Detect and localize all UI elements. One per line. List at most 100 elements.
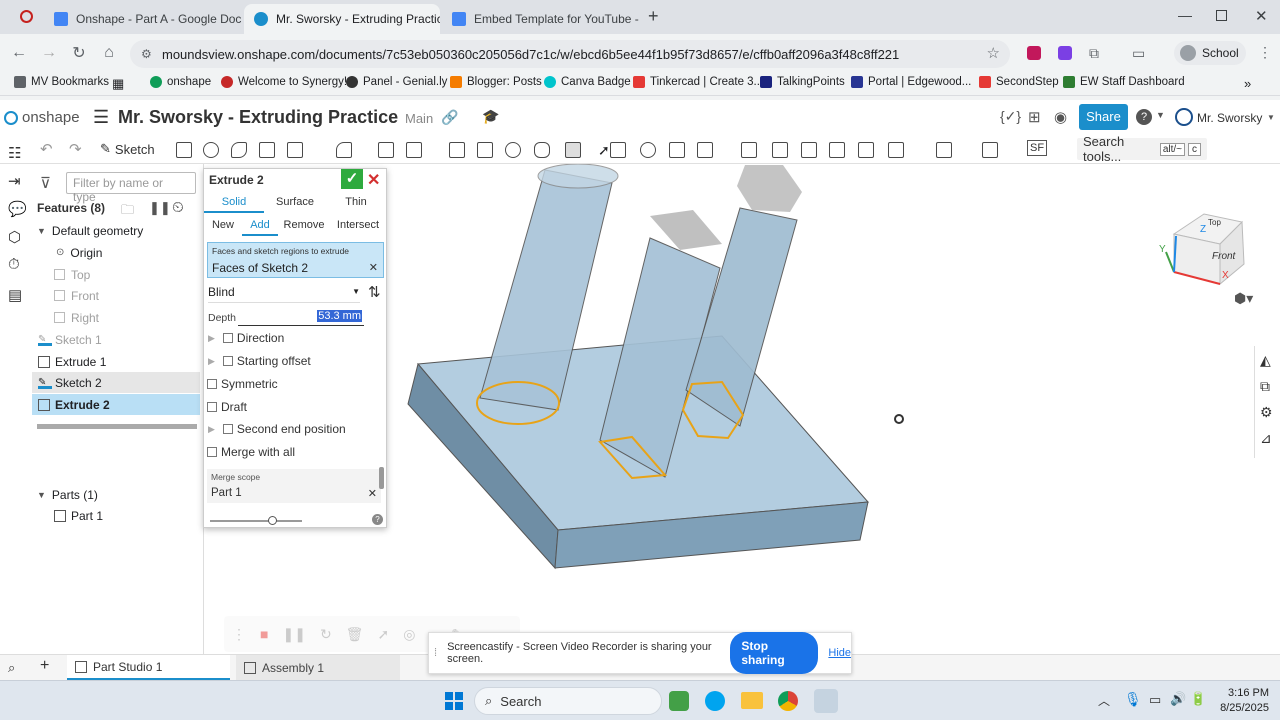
- drag-handle-icon[interactable]: ⁞: [434, 647, 437, 659]
- history-icon[interactable]: ⏱: [8, 256, 20, 273]
- user-name[interactable]: Mr. Sworsky: [1197, 111, 1262, 125]
- taskbar-search[interactable]: ⌕ Search: [474, 687, 662, 715]
- extension-icon-1[interactable]: [1027, 46, 1041, 60]
- shell-icon[interactable]: [477, 142, 493, 158]
- add-tab-icon[interactable]: +: [40, 657, 49, 675]
- measure-icon[interactable]: ⊿: [1260, 430, 1272, 447]
- stop-sharing-button[interactable]: Stop sharing: [730, 632, 819, 674]
- chevron-down-icon[interactable]: ▼: [37, 226, 46, 236]
- tab-thin[interactable]: Thin: [326, 193, 386, 213]
- learning-cap-icon[interactable]: 🎓: [482, 108, 499, 125]
- bookmark-tinkercad[interactable]: Tinkercad | Create 3...: [633, 76, 763, 88]
- parts-header[interactable]: ▼ Parts (1): [32, 484, 200, 505]
- user-avatar-icon[interactable]: [1175, 108, 1193, 126]
- app-icon-1[interactable]: [669, 691, 689, 711]
- search-tools-input[interactable]: Search tools... alt/~ c: [1077, 134, 1207, 164]
- sheet-metal-icon[interactable]: [982, 142, 998, 158]
- bookmark-ew-staff[interactable]: EW Staff Dashboard: [1063, 76, 1185, 88]
- sketch-button[interactable]: ✎ Sketch: [100, 141, 155, 157]
- bookmark-genially[interactable]: Panel - Genial.ly: [346, 76, 447, 88]
- slider-handle[interactable]: [268, 516, 277, 525]
- merge-all-checkbox[interactable]: [207, 447, 217, 457]
- tab-manager-icon[interactable]: ⌕: [8, 660, 15, 676]
- rollback-bar[interactable]: [37, 424, 197, 429]
- file-explorer-icon[interactable]: [741, 692, 763, 709]
- appearance-icon[interactable]: ◭: [1260, 352, 1271, 369]
- direction-option[interactable]: ▶ Direction: [208, 331, 284, 345]
- transform-icon[interactable]: [697, 142, 713, 158]
- merge-all-option[interactable]: Merge with all: [207, 445, 295, 459]
- bookmark-secondstep[interactable]: SecondStep: [979, 76, 1059, 88]
- chevron-down-icon[interactable]: ▼: [37, 490, 46, 500]
- chrome-profile-icon[interactable]: [814, 689, 838, 713]
- bom-icon[interactable]: ▤: [8, 286, 22, 304]
- close-window-button[interactable]: ✕: [1255, 7, 1268, 25]
- op-new[interactable]: New: [204, 216, 242, 236]
- branch-label[interactable]: Main: [405, 111, 433, 126]
- delete-face-icon[interactable]: [801, 142, 817, 158]
- star-icon[interactable]: ☆: [987, 44, 1000, 62]
- revolve-icon[interactable]: [203, 142, 219, 158]
- mass-properties-icon[interactable]: ⧉: [1260, 378, 1270, 395]
- bookmark-onshape[interactable]: onshape: [150, 76, 211, 88]
- mirror-icon[interactable]: [610, 142, 626, 158]
- filter-input[interactable]: Filter by name or type: [66, 172, 196, 204]
- cancel-button[interactable]: ✕: [367, 170, 380, 190]
- view-cube[interactable]: Top Front X Y Z: [1154, 194, 1274, 304]
- browser-menu-icon[interactable]: ⋮: [1258, 44, 1272, 61]
- op-intersect[interactable]: Intersect: [330, 216, 386, 236]
- apps-grid-icon[interactable]: ▦: [112, 76, 124, 92]
- faces-selection-box[interactable]: Faces and sketch regions to extrude Face…: [207, 242, 384, 278]
- windows-start-icon[interactable]: [445, 692, 463, 710]
- extensions-puzzle-icon[interactable]: ⧉: [1089, 45, 1099, 62]
- hide-link[interactable]: Hide: [828, 647, 851, 659]
- split-icon[interactable]: [669, 142, 685, 158]
- modify-fillet-icon[interactable]: [772, 142, 788, 158]
- cursor-tool-icon[interactable]: ➚: [377, 626, 389, 643]
- mate-connector-icon[interactable]: [936, 142, 952, 158]
- minimize-button[interactable]: —: [1178, 7, 1192, 23]
- depth-input[interactable]: 53.3 mm: [238, 310, 364, 326]
- starting-offset-option[interactable]: ▶ Starting offset: [208, 354, 311, 368]
- site-info-icon[interactable]: ⚙: [141, 47, 152, 61]
- drag-handle-icon[interactable]: ⋮: [232, 626, 246, 643]
- list-item-front-plane[interactable]: Front: [32, 285, 200, 306]
- view-cube-svg[interactable]: [1154, 194, 1274, 304]
- direction-checkbox[interactable]: [222, 333, 233, 343]
- more-bookmarks-icon[interactable]: »: [1244, 76, 1251, 91]
- merge-scope-box[interactable]: Merge scope Part 1 ✕: [207, 469, 381, 503]
- fillet-icon[interactable]: [336, 142, 352, 158]
- share-button[interactable]: Share: [1079, 104, 1128, 130]
- symmetric-option[interactable]: Symmetric: [207, 377, 278, 391]
- maximize-button[interactable]: [1216, 10, 1227, 21]
- rib-icon[interactable]: [449, 142, 465, 158]
- microphone-icon[interactable]: 🎙: [1124, 691, 1142, 708]
- plane-icon[interactable]: [888, 142, 904, 158]
- starting-offset-checkbox[interactable]: [222, 356, 233, 366]
- bookmark-blogger[interactable]: Blogger: Posts: [450, 76, 542, 88]
- rollback-timer-icon[interactable]: ⏲: [172, 199, 184, 216]
- pause-icon[interactable]: ❚❚: [149, 200, 171, 216]
- bookmark-talkingpoints[interactable]: TalkingPoints: [760, 76, 845, 88]
- network-icon[interactable]: ▭: [1149, 692, 1161, 708]
- second-end-option[interactable]: ▶ Second end position: [208, 422, 346, 436]
- record-icon[interactable]: [20, 10, 33, 23]
- pause-recording-icon[interactable]: ❚❚: [282, 626, 305, 643]
- browser-tab-youtube-template[interactable]: Embed Template for YouTube - ✕: [442, 4, 642, 34]
- delete-icon[interactable]: 🗑: [346, 626, 364, 643]
- bookmark-mv-bookmarks[interactable]: MV Bookmarks: [14, 76, 109, 88]
- loft-icon[interactable]: [259, 142, 275, 158]
- bookmark-canva[interactable]: Canva Badge: [544, 76, 631, 88]
- second-end-checkbox[interactable]: [222, 424, 233, 434]
- op-remove[interactable]: Remove: [278, 216, 330, 236]
- help-icon[interactable]: ?: [1136, 109, 1152, 125]
- close-tab-icon[interactable]: ✕: [639, 11, 642, 27]
- variables-icon[interactable]: {✓}: [1000, 108, 1021, 125]
- sf-button[interactable]: SF: [1027, 140, 1048, 156]
- move-face-icon[interactable]: [829, 142, 845, 158]
- app-icon-2[interactable]: [705, 691, 725, 711]
- parts-icon[interactable]: ⬡: [8, 228, 21, 246]
- list-item-sketch-2[interactable]: ✎ Sketch 2: [32, 372, 200, 393]
- chrome-icon[interactable]: [778, 691, 798, 711]
- onshape-logo[interactable]: onshape: [4, 109, 80, 126]
